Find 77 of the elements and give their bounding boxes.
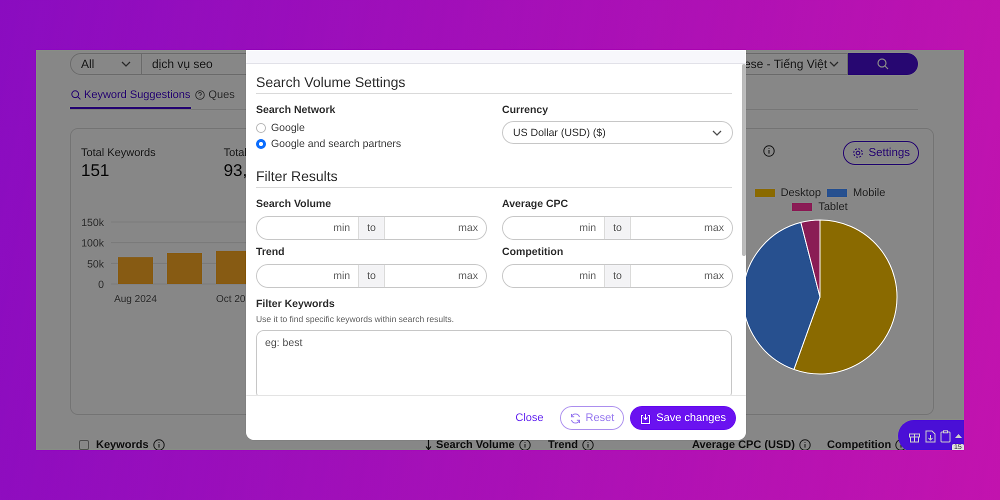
info-icon	[518, 439, 531, 450]
refresh-icon	[570, 412, 581, 424]
column-header[interactable]: Keywords	[96, 439, 149, 450]
field-label: Filter Keywords	[256, 298, 336, 310]
radio-button[interactable]	[256, 123, 266, 133]
info-icon	[798, 439, 811, 450]
range-separator: to	[358, 217, 385, 239]
stat-value: 151	[81, 161, 110, 181]
save-icon	[640, 412, 652, 424]
range-field[interactable]: min to max	[256, 264, 487, 288]
keywords-field[interactable]: eg: best	[256, 330, 732, 395]
section-title: Filter Results	[256, 168, 732, 188]
min-field[interactable]: min	[503, 217, 604, 239]
search-icon	[71, 90, 81, 100]
field-label: Competition	[502, 246, 564, 258]
stat-value: 93,	[224, 161, 248, 181]
close-button[interactable]: Close	[509, 408, 550, 428]
range-field[interactable]: min to max	[502, 264, 733, 288]
legend-label: Tablet	[818, 201, 848, 213]
field-label: Search Network	[256, 104, 336, 116]
help-text: Use it to find specific keywords within search results.	[256, 314, 455, 324]
search-icon	[877, 58, 889, 70]
help-icon	[195, 90, 206, 100]
field-label: Average CPC	[502, 198, 570, 210]
axis-tick-label: 150k	[81, 217, 104, 229]
min-field[interactable]: min	[503, 265, 604, 287]
axis-tick-label: 0	[98, 279, 104, 291]
axis-tick-label: Oct 20	[216, 294, 246, 305]
radio-option[interactable]: Google	[256, 122, 487, 134]
range-separator: to	[604, 265, 631, 287]
radio-button[interactable]	[256, 139, 266, 149]
field-label: Currency	[502, 104, 550, 116]
chevron-down-icon	[121, 61, 131, 67]
currency-select[interactable]: US Dollar (USD) ($)	[502, 121, 733, 144]
chevron-down-icon	[829, 61, 839, 67]
caret-icon[interactable]	[955, 434, 962, 438]
axis-tick-label: 50k	[87, 258, 104, 270]
section-title: Search Volume Settings	[256, 74, 732, 94]
settings-icon	[852, 147, 864, 159]
save-button[interactable]: Save changes	[630, 406, 736, 430]
field-label: Search Volume	[256, 198, 332, 210]
min-field[interactable]: min	[257, 217, 358, 239]
column-header[interactable]: Competition	[827, 439, 892, 450]
max-field[interactable]: max	[630, 217, 732, 239]
max-field[interactable]: max	[384, 217, 486, 239]
max-field[interactable]: max	[384, 265, 486, 287]
stat-label: Total Keywords	[81, 147, 156, 159]
axis-tick-label: 100k	[81, 238, 104, 250]
file-download-icon[interactable]	[925, 430, 936, 442]
chevron-down-icon	[712, 130, 722, 136]
column-header[interactable]: Average CPC (USD)	[692, 439, 795, 450]
info-icon	[763, 145, 775, 157]
legend-label: Mobile	[852, 187, 886, 199]
column-header[interactable]: Trend	[548, 439, 578, 450]
axis-tick-label: Aug 2024	[114, 294, 157, 305]
info-icon	[582, 439, 594, 450]
reset-button[interactable]: Reset	[560, 406, 624, 430]
stat-label: Total	[224, 147, 248, 159]
scope-select[interactable]: All	[70, 53, 142, 75]
tab[interactable]: Keyword Suggestions	[70, 85, 192, 109]
tab[interactable]: Ques	[194, 85, 236, 109]
column-header[interactable]: Search Volume	[436, 439, 515, 450]
field-label: Trend	[256, 246, 286, 258]
checkbox[interactable]	[79, 440, 89, 450]
min-field[interactable]: min	[257, 265, 358, 287]
range-separator: to	[604, 217, 631, 239]
settings-button[interactable]: Settings	[843, 141, 919, 165]
scrollbar[interactable]	[742, 64, 746, 256]
clipboard-icon[interactable]	[940, 430, 951, 442]
search-button[interactable]	[848, 53, 918, 75]
range-separator: to	[358, 265, 385, 287]
range-field[interactable]: min to max	[502, 216, 733, 240]
max-field[interactable]: max	[630, 265, 732, 287]
radio-option[interactable]: Google and search partners	[256, 138, 487, 150]
legend-label: Desktop	[780, 187, 821, 199]
info-icon	[152, 439, 165, 450]
range-field[interactable]: min to max	[256, 216, 487, 240]
